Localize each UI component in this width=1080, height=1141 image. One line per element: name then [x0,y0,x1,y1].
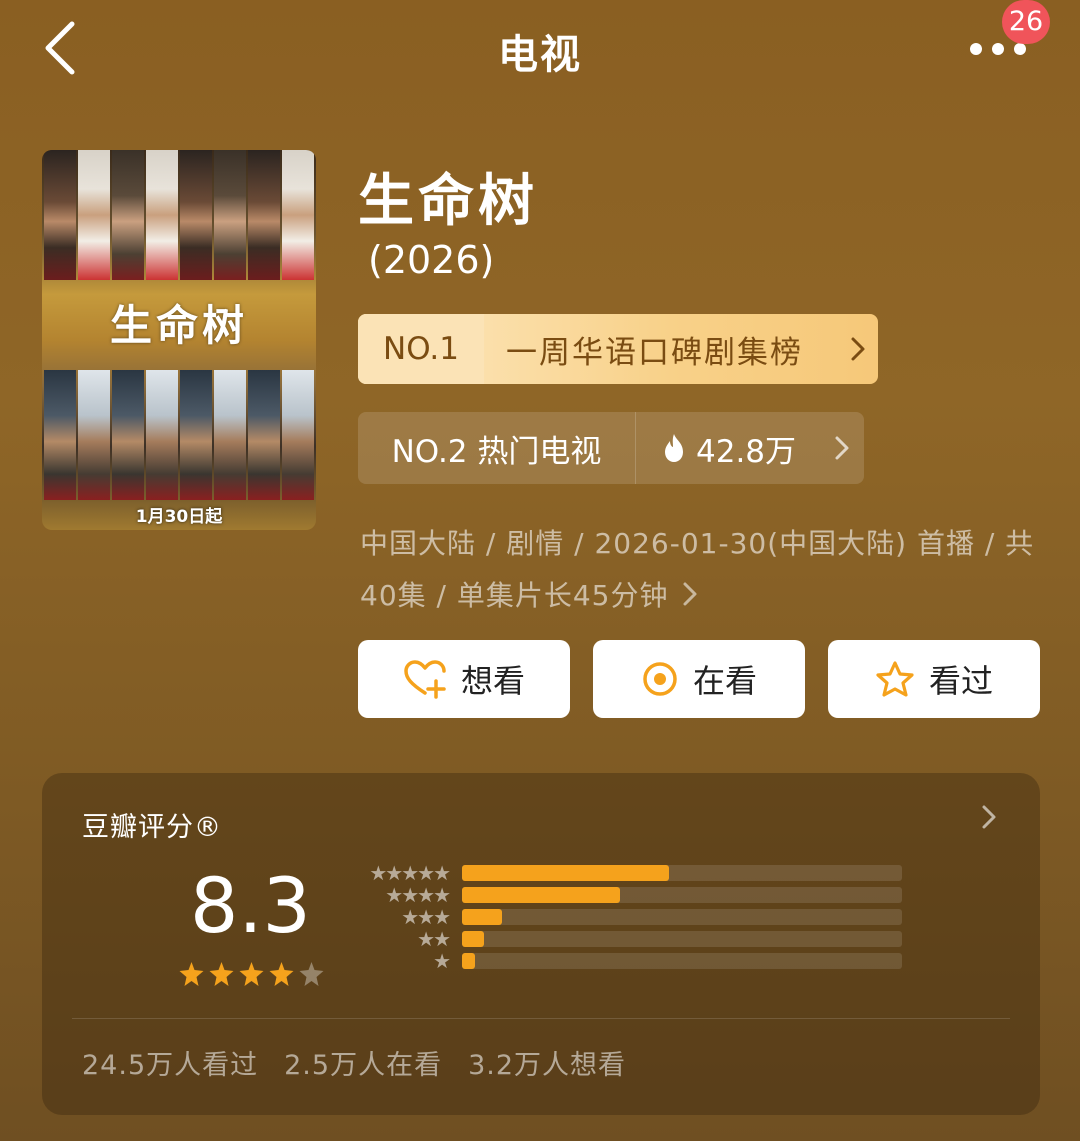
hot-count: 42.8万 [696,433,797,470]
rating-stars [178,961,325,987]
watched-count: 24.5万人看过 [82,1050,259,1081]
rank-list-name: 一周华语口碑剧集榜 [506,334,803,371]
hot-tv-badge[interactable]: NO.2 热门电视 42.8万 [358,412,864,484]
douban-rating-card[interactable]: 豆瓣评分® 8.3 ★★★★★ ★★★★ ★★★ ★★ ★ 24.5万人看过 2.5万人… [42,773,1040,1115]
action-buttons: 想看 在看 看过 [358,640,1040,718]
rating-bar-star-icons: ★★★★★ [369,861,451,885]
rating-bar-3-star: ★★★ [352,905,902,929]
chevron-right-icon [838,314,878,384]
poster-cast-row-bottom [42,370,316,500]
show-meta-line-1: 中国大陆 / 剧情 / 2026-01-30(中国大陆) 首播 / 共 [360,527,1035,560]
heart-plus-icon [404,660,446,699]
star-outline-icon [876,661,914,697]
top-bar: 电视 26 [0,0,1080,100]
rating-bar-track [462,909,902,925]
rating-bar-track [462,865,902,881]
watched-button[interactable]: 看过 [828,640,1040,718]
poster-cast-row-top [42,150,316,280]
divider [72,1018,1010,1019]
show-poster[interactable]: 生命树 1月30日起 [42,150,316,530]
rating-bar-fill [462,931,484,947]
rating-bar-2-star: ★★ [352,927,902,951]
watching-button[interactable]: 在看 [593,640,805,718]
more-dots-icon [970,43,982,55]
rating-bar-fill [462,909,502,925]
rating-bar-1-star: ★ [352,949,902,973]
rating-bar-star-icons: ★★ [417,927,451,951]
target-circle-icon [643,662,677,696]
rating-bar-star-icons: ★★★ [401,905,451,929]
star-filled-icon [179,962,204,986]
rank-number: NO.1 [358,314,484,384]
hot-rank-label: NO.2 热门电视 [358,412,636,484]
show-title: 生命树 [358,169,538,234]
want-to-watch-button[interactable]: 想看 [358,640,570,718]
star-empty-icon [299,962,324,986]
show-meta-line-2[interactable]: 40集 / 单集片长45分钟 [360,574,1040,614]
rating-title: 豆瓣评分® [82,812,222,843]
notification-badge: 26 [1002,0,1050,44]
hot-value: 42.8万 [636,412,820,484]
want-count: 3.2万人想看 [468,1050,627,1081]
page-title: 电视 [498,32,582,78]
show-year: (2026) [368,238,495,282]
poster-title-logo: 生命树 [109,301,248,350]
star-filled-icon [209,962,234,986]
rating-bar-5-star: ★★★★★ [352,861,902,885]
rating-bar-track [462,931,902,947]
rating-score: 8.3 [190,861,311,950]
show-meta-line-2-text: 40集 / 单集片长45分钟 [360,579,669,612]
rating-bar-fill [462,887,621,903]
star-filled-icon [239,962,264,986]
rating-bar-track [462,953,902,969]
rating-bar-fill [462,953,476,969]
watching-label: 在看 [692,662,757,700]
want-to-watch-label: 想看 [460,662,525,700]
chevron-right-icon [682,581,698,614]
rating-bar-star-icons: ★ [433,949,451,973]
rating-bar-track [462,887,902,903]
fire-icon [665,434,683,462]
chevron-right-icon [820,412,864,484]
rating-bar-star-icons: ★★★★ [385,883,451,907]
rating-bar-4-star: ★★★★ [352,883,902,907]
rating-bar-fill [462,865,669,881]
watched-label: 看过 [928,662,993,700]
poster-release-note: 1月30日起 [135,507,223,527]
star-filled-icon [269,962,294,986]
ranking-list-badge[interactable]: NO.1 一周华语口碑剧集榜 [358,314,878,384]
rating-stats: 24.5万人看过 2.5万人在看 3.2万人想看 [82,1043,626,1082]
watching-count: 2.5万人在看 [284,1050,443,1081]
chevron-right-icon[interactable] [980,803,998,835]
